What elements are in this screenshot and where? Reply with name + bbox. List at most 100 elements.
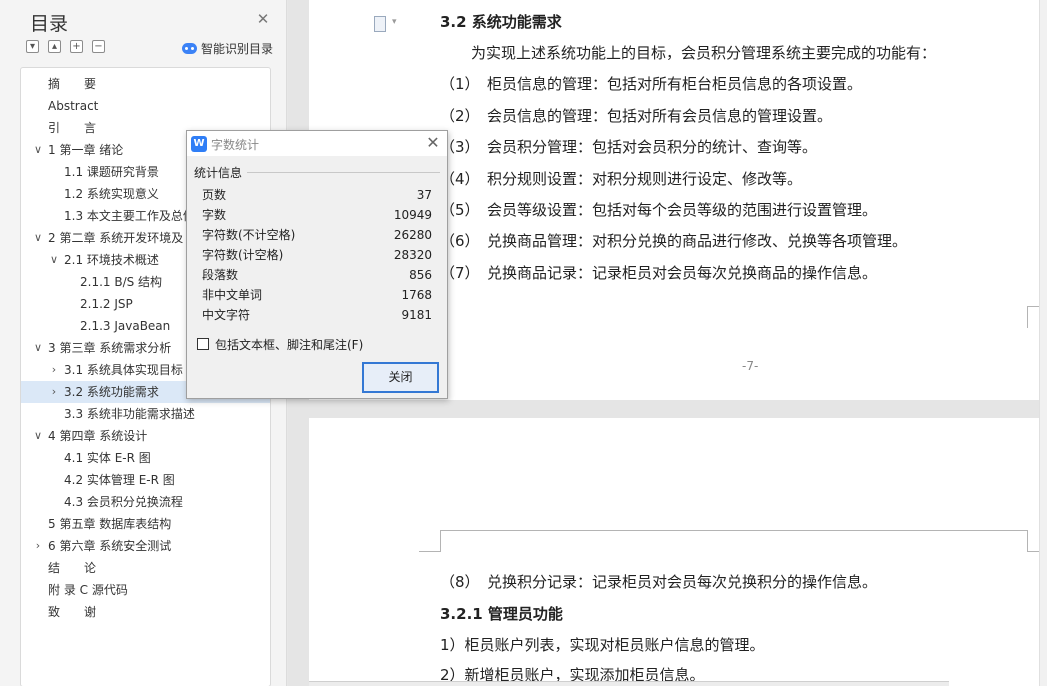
stat-name: 字数 [202, 208, 227, 222]
toc-item-label: 6 第六章 系统安全测试 [48, 539, 172, 553]
stat-name: 字符数(计空格) [202, 248, 284, 262]
crop-mark [419, 530, 441, 552]
subsection-heading: 3.2.1 管理员功能 [440, 605, 563, 623]
stat-value: 9181 [401, 308, 432, 322]
toc-item-label: 5 第五章 数据库表结构 [48, 517, 172, 531]
toc-item[interactable]: 结 论 [21, 557, 270, 579]
toc-item-label: 3.2 系统功能需求 [64, 385, 159, 399]
stat-name: 字符数(不计空格) [202, 228, 296, 242]
toc-item-label: 1.2 系统实现意义 [64, 187, 159, 201]
app-logo-icon: W [191, 136, 207, 152]
vertical-scrollbar[interactable] [1039, 0, 1047, 686]
list-item: （5） 会员等级设置：包括对每个会员等级的范围进行设置管理。 [440, 201, 878, 219]
toc-item-label: 致 谢 [48, 605, 97, 619]
close-icon[interactable]: ✕ [425, 135, 441, 151]
stat-name: 非中文单词 [202, 288, 263, 302]
toc-item-label: Abstract [48, 99, 99, 113]
remove-level-button[interactable]: − [92, 40, 105, 53]
toc-item[interactable]: 摘 要 [21, 73, 270, 95]
toc-item[interactable]: 5 第五章 数据库表结构 [21, 513, 270, 535]
toc-item[interactable]: 4.3 会员积分兑换流程 [21, 491, 270, 513]
stat-row: 段落数 856 [202, 265, 432, 285]
toc-item-label: 2.1.1 B/S 结构 [80, 275, 163, 289]
toc-item-label: 3.1 系统具体实现目标 [64, 363, 183, 377]
chevron-down-icon[interactable]: ∨ [49, 249, 59, 271]
toc-item[interactable]: Abstract [21, 95, 270, 117]
stat-row: 字符数(计空格) 28320 [202, 245, 432, 265]
toc-toolbar: ▾ ▴ + − [26, 40, 105, 56]
stats-group-label: 统计信息 [194, 166, 243, 180]
toc-item-label: 1.3 本文主要工作及总体 [64, 209, 195, 223]
chevron-right-icon[interactable]: › [49, 359, 59, 381]
chevron-down-icon[interactable]: ∨ [33, 139, 43, 161]
dialog-titlebar[interactable]: W 字数统计 ✕ [187, 131, 447, 156]
toc-item[interactable]: 4.1 实体 E-R 图 [21, 447, 270, 469]
toc-item-label: 结 论 [48, 561, 97, 575]
list-item: 1）柜员账户列表，实现对柜员账户信息的管理。 [440, 636, 765, 654]
chevron-down-icon[interactable]: ∨ [33, 227, 43, 249]
smart-toc-button[interactable]: 智能识别目录 [182, 40, 273, 57]
stat-name: 中文字符 [202, 308, 251, 322]
stat-row: 页数 37 [202, 185, 432, 205]
divider [247, 172, 440, 173]
list-item: （6） 兑换商品管理：对积分兑换的商品进行修改、兑换等各项管理。 [440, 232, 908, 250]
horizontal-scrollbar[interactable] [309, 681, 949, 686]
toc-item-label: 引 言 [48, 121, 97, 135]
section-heading: 3.2 系统功能需求 [440, 13, 562, 31]
add-level-button[interactable]: + [70, 40, 83, 53]
stat-value: 10949 [393, 208, 432, 222]
stat-name: 页数 [202, 188, 227, 202]
toc-item-label: 4 第四章 系统设计 [48, 429, 148, 443]
dialog-title: 字数统计 [211, 138, 260, 152]
toc-item-label: 3.3 系统非功能需求描述 [64, 407, 195, 421]
crop-mark [1027, 530, 1039, 552]
chevron-down-icon[interactable]: ∨ [33, 337, 43, 359]
toc-item-label: 4.2 实体管理 E-R 图 [64, 473, 175, 487]
toc-item-label: 1.1 课题研究背景 [64, 165, 159, 179]
close-icon[interactable]: ✕ [256, 12, 270, 27]
include-textboxes-checkbox[interactable] [197, 338, 209, 350]
list-item: （8） 兑换积分记录：记录柜员对会员每次兑换积分的操作信息。 [440, 573, 878, 591]
toc-item-label: 附 录 C 源代码 [48, 583, 128, 597]
toc-item[interactable]: ∨ 4 第四章 系统设计 [21, 425, 270, 447]
sidebar-title: 目录 [30, 13, 69, 35]
toc-item-label: 1 第一章 绪论 [48, 143, 124, 157]
list-item: （4） 积分规则设置：对积分规则进行设定、修改等。 [440, 170, 803, 188]
list-item: （2） 会员信息的管理：包括对所有会员信息的管理设置。 [440, 107, 833, 125]
toc-item[interactable]: 致 谢 [21, 601, 270, 623]
stat-name: 段落数 [202, 268, 239, 282]
stat-value: 26280 [393, 228, 432, 242]
toc-item[interactable]: 3.3 系统非功能需求描述 [21, 403, 270, 425]
chevron-down-icon[interactable]: ▾ [392, 17, 397, 27]
toc-item-label: 4.1 实体 E-R 图 [64, 451, 151, 465]
word-count-dialog: W 字数统计 ✕ 统计信息 页数 37 字数 10949 字符数(不计空格) 26280 字… [186, 130, 448, 399]
toc-item-label: 摘 要 [48, 77, 97, 91]
toc-item-label: 4.3 会员积分兑换流程 [64, 495, 183, 509]
stat-value: 37 [416, 188, 432, 202]
intro-paragraph: 为实现上述系统功能上的目标，会员积分管理系统主要完成的功能有： [471, 44, 937, 62]
list-item: （1） 柜员信息的管理：包括对所有柜台柜员信息的各项设置。 [440, 75, 863, 93]
chevron-down-icon[interactable]: ∨ [33, 425, 43, 447]
robot-icon [182, 43, 197, 54]
smart-toc-label: 智能识别目录 [201, 42, 274, 56]
stat-row: 中文字符 9181 [202, 305, 432, 325]
toc-item[interactable]: 附 录 C 源代码 [21, 579, 270, 601]
chevron-right-icon[interactable]: › [33, 535, 43, 557]
collapse-all-button[interactable]: ▾ [26, 40, 39, 53]
stat-value: 856 [409, 268, 432, 282]
toc-item[interactable]: › 6 第六章 系统安全测试 [21, 535, 270, 557]
chevron-right-icon[interactable]: › [49, 381, 59, 403]
checkbox-label[interactable]: 包括文本框、脚注和尾注(F) [215, 336, 363, 353]
toc-item-label: 2.1.2 JSP [80, 297, 133, 311]
document-icon[interactable] [374, 16, 386, 32]
toc-item[interactable]: 4.2 实体管理 E-R 图 [21, 469, 270, 491]
stat-row: 字数 10949 [202, 205, 432, 225]
stat-row: 非中文单词 1768 [202, 285, 432, 305]
close-button[interactable]: 关闭 [362, 362, 439, 393]
page-number: -7- [742, 359, 759, 373]
list-item: （7） 兑换商品记录：记录柜员对会员每次兑换商品的操作信息。 [440, 264, 878, 282]
stat-value: 28320 [393, 248, 432, 262]
toc-item-label: 3 第三章 系统需求分析 [48, 341, 172, 355]
stat-value: 1768 [401, 288, 432, 302]
expand-all-button[interactable]: ▴ [48, 40, 61, 53]
